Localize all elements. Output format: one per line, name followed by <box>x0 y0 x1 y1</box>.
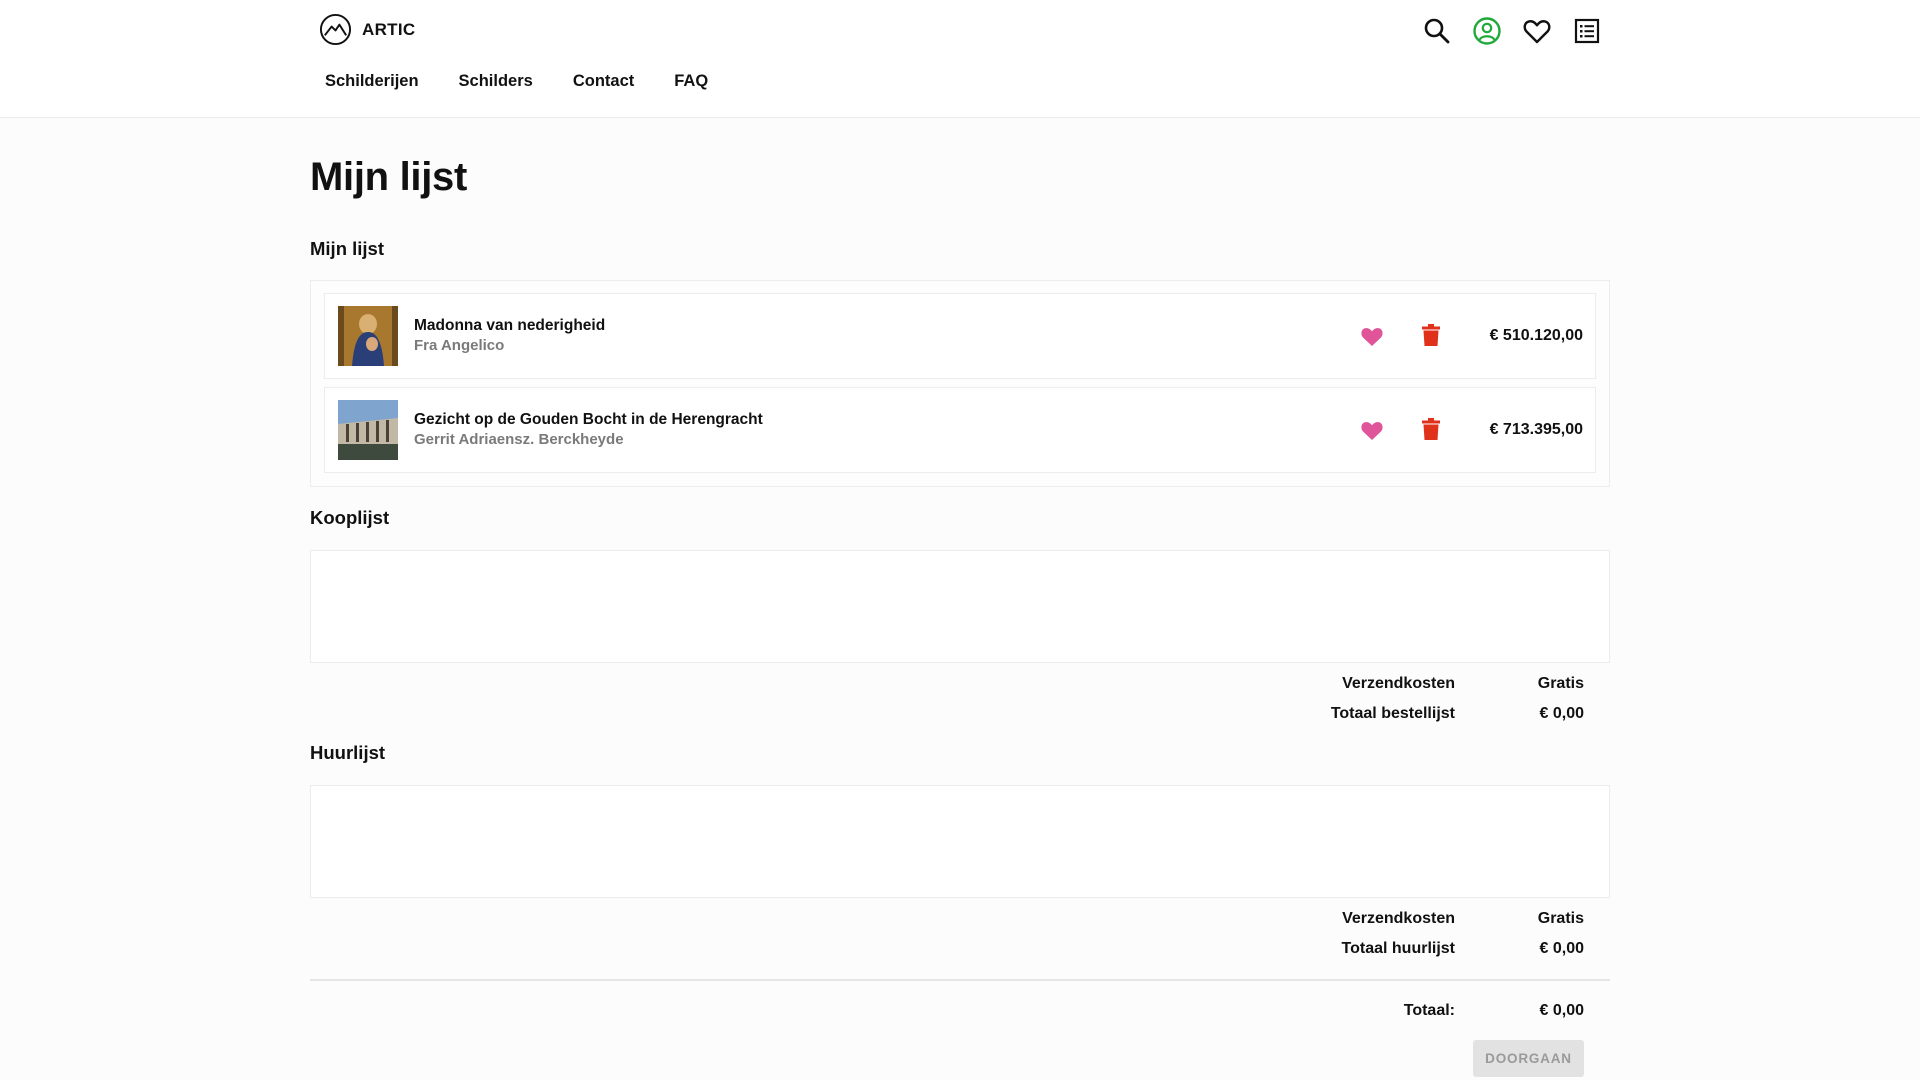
continue-button[interactable]: DOORGAAN <box>1473 1040 1584 1077</box>
buy-total-label: Totaal bestellijst <box>1330 705 1455 722</box>
buy-total-value: € 0,00 <box>1539 705 1584 722</box>
rent-shipping-label: Verzendkosten <box>1342 910 1455 927</box>
main-nav: Schilderijen Schilders Contact FAQ <box>325 72 748 91</box>
rent-list-section-title: Huurlijst <box>310 742 386 763</box>
rent-shipping-value: Gratis <box>1537 910 1584 927</box>
item-price: € 713.395,00 <box>1489 421 1583 438</box>
search-icon <box>1424 18 1450 44</box>
buy-list-section-title: Kooplijst <box>310 507 390 528</box>
brand-logo[interactable]: ARTIC <box>319 13 415 46</box>
mountain-circle-icon <box>319 13 352 46</box>
user-circle-icon <box>1473 17 1501 45</box>
nav-item-contact[interactable]: Contact <box>573 72 634 91</box>
heart-icon[interactable] <box>1360 419 1384 441</box>
heart-icon[interactable] <box>1360 325 1384 347</box>
header-icons <box>1420 14 1620 48</box>
nav-item-schilderijen[interactable]: Schilderijen <box>325 72 419 91</box>
painting-thumbnail[interactable] <box>338 400 398 460</box>
nav-item-faq[interactable]: FAQ <box>674 72 708 91</box>
page-title: Mijn lijst <box>310 155 468 199</box>
grand-total-label: Totaal: <box>1403 1002 1455 1019</box>
heart-icon <box>1523 20 1551 44</box>
rent-list-box <box>310 785 1610 898</box>
item-title[interactable]: Madonna van nederigheid <box>414 317 605 335</box>
trash-icon[interactable] <box>1422 324 1440 346</box>
divider <box>310 979 1610 981</box>
item-artist: Fra Angelico <box>414 337 505 354</box>
wishlist-section-title: Mijn lijst <box>310 238 384 259</box>
account-button[interactable] <box>1470 14 1504 48</box>
item-price: € 510.120,00 <box>1489 327 1583 344</box>
list-button[interactable] <box>1570 14 1604 48</box>
painting-thumbnail[interactable] <box>338 306 398 366</box>
list-icon <box>1574 18 1600 44</box>
list-item: Gezicht op de Gouden Bocht in de Herengr… <box>324 387 1596 473</box>
item-artist: Gerrit Adriaensz. Berckheyde <box>414 431 624 448</box>
search-button[interactable] <box>1420 14 1454 48</box>
wishlist-box: Madonna van nederigheid Fra Angelico € 5… <box>310 280 1610 487</box>
grand-total-value: € 0,00 <box>1539 1002 1584 1019</box>
buy-shipping-label: Verzendkosten <box>1342 675 1455 692</box>
nav-item-schilders[interactable]: Schilders <box>459 72 533 91</box>
list-item: Madonna van nederigheid Fra Angelico € 5… <box>324 293 1596 379</box>
rent-total-label: Totaal huurlijst <box>1341 940 1455 957</box>
item-title[interactable]: Gezicht op de Gouden Bocht in de Herengr… <box>414 411 763 429</box>
brand-name: ARTIC <box>362 19 416 39</box>
buy-shipping-value: Gratis <box>1537 675 1584 692</box>
buy-list-box <box>310 550 1610 663</box>
rent-total-value: € 0,00 <box>1539 940 1584 957</box>
site-header: ARTIC Schilderijen Schilders Contact FAQ <box>0 0 1920 118</box>
trash-icon[interactable] <box>1422 418 1440 440</box>
wishlist-button[interactable] <box>1520 14 1554 48</box>
